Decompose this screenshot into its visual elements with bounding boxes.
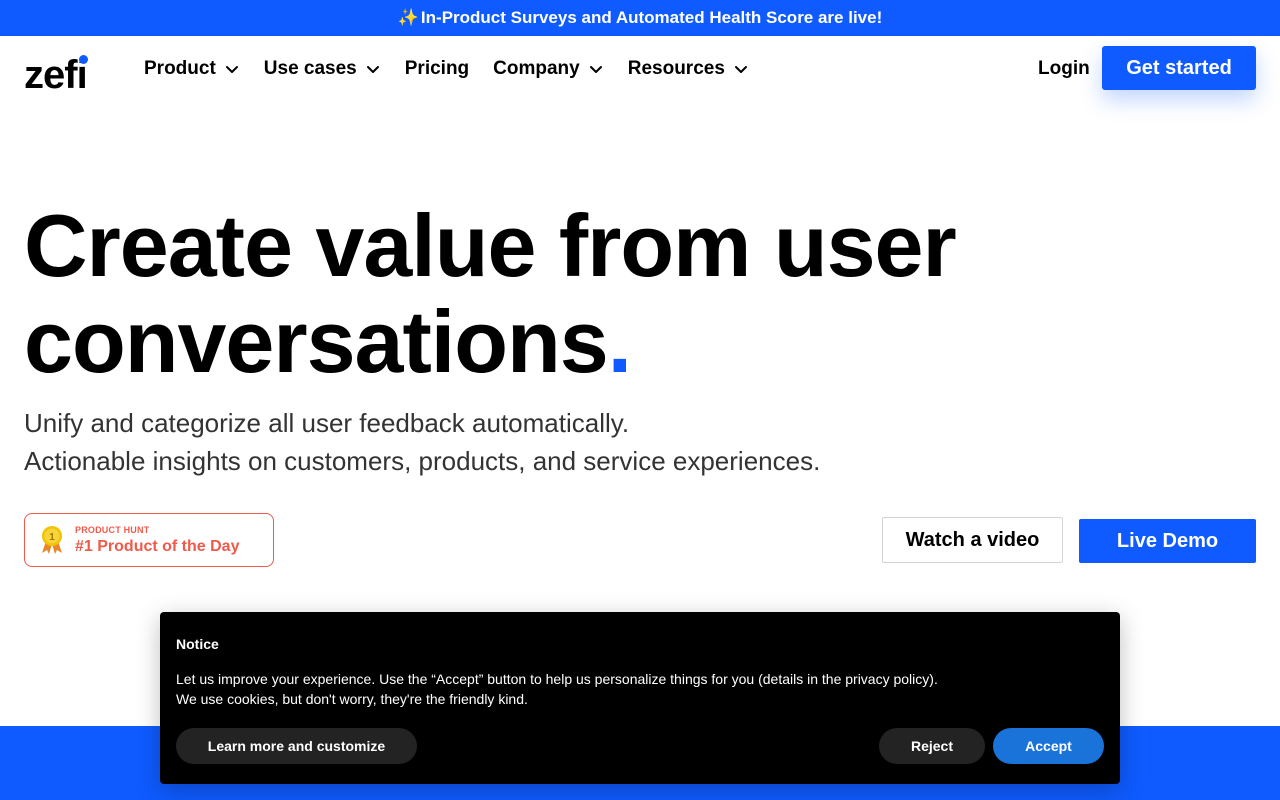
menu-item-label: Company <box>493 58 580 79</box>
hero-subtitle-line1: Unify and categorize all user feedback a… <box>24 408 630 438</box>
chevron-down-icon <box>225 66 238 73</box>
logo-wordmark: zefi <box>24 53 88 97</box>
chevron-down-icon <box>734 66 747 73</box>
menu-item-label: Pricing <box>404 58 470 79</box>
notice-title: Notice <box>176 636 219 652</box>
menu-item-company[interactable]: Company <box>493 58 604 80</box>
medal-number: 1 <box>49 532 55 543</box>
live-demo-button[interactable]: Live Demo <box>1079 519 1256 563</box>
hero-title-line1: Create value from user <box>24 196 957 295</box>
top-nav: zefi Product Use cases Pricing Company R… <box>0 36 1280 102</box>
learn-more-customize-button[interactable]: Learn more and customize <box>176 728 417 764</box>
login-link[interactable]: Login <box>1038 36 1090 102</box>
sparkles-icon: ✨ <box>397 8 419 27</box>
menu-item-use-cases[interactable]: Use cases <box>264 58 381 80</box>
cookie-notice: Notice Let us improve your experience. U… <box>160 612 1120 784</box>
hero-title: Create value from user conversations. <box>24 198 1024 390</box>
notice-body: Let us improve your experience. Use the … <box>176 669 938 709</box>
chevron-down-icon <box>366 66 379 73</box>
hero-title-line2: conversations <box>24 292 609 391</box>
main-menu: Product Use cases Pricing Company Resour… <box>144 36 773 102</box>
chevron-down-icon <box>589 66 602 73</box>
menu-item-label: Resources <box>627 58 725 79</box>
medal-icon: 1 <box>42 526 62 554</box>
get-started-button[interactable]: Get started <box>1102 46 1256 90</box>
notice-body-line2: We use cookies, but don't worry, they're… <box>176 691 528 707</box>
zefi-logo[interactable]: zefi <box>24 52 88 97</box>
badge-big-text: #1 Product of the Day <box>75 537 240 555</box>
menu-item-product[interactable]: Product <box>144 58 240 80</box>
announcement-bar[interactable]: ✨ In-Product Surveys and Automated Healt… <box>0 0 1280 36</box>
menu-item-pricing[interactable]: Pricing <box>405 58 469 80</box>
hero-subtitle-line2: Actionable insights on customers, produc… <box>24 446 821 476</box>
reject-button[interactable]: Reject <box>879 728 985 764</box>
menu-item-label: Use cases <box>263 58 357 79</box>
accept-button[interactable]: Accept <box>993 728 1104 764</box>
announcement-text[interactable]: In-Product Surveys and Automated Health … <box>421 8 882 28</box>
badge-small-text: PRODUCT HUNT <box>75 524 150 535</box>
badge-text: PRODUCT HUNT #1 Product of the Day <box>75 525 239 556</box>
logo-dot <box>78 55 88 64</box>
hero-title-period: . <box>607 292 632 391</box>
menu-item-label: Product <box>144 58 216 79</box>
watch-video-button[interactable]: Watch a video <box>882 517 1063 563</box>
menu-item-resources[interactable]: Resources <box>628 58 749 80</box>
hero-subtitle: Unify and categorize all user feedback a… <box>24 404 820 480</box>
notice-body-line1: Let us improve your experience. Use the … <box>176 671 938 687</box>
product-hunt-badge[interactable]: 1 PRODUCT HUNT #1 Product of the Day <box>24 513 274 567</box>
